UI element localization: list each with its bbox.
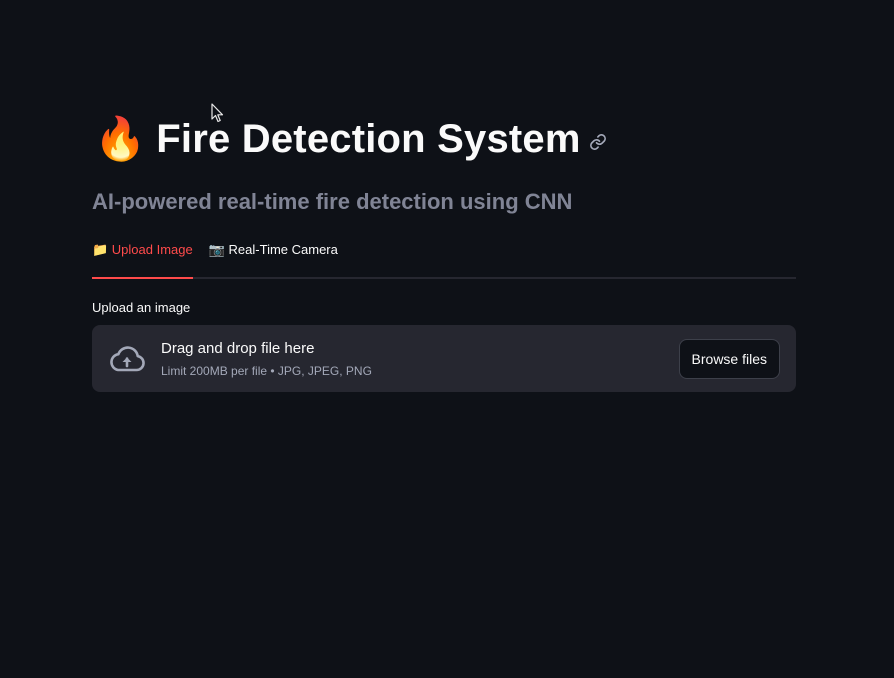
app-page: 🔥 Fire Detection System AI-powered real-…: [0, 0, 894, 678]
main-content: 🔥 Fire Detection System AI-powered real-…: [92, 108, 796, 392]
tab-bar: 📁 Upload Image 📷 Real-Time Camera: [92, 237, 796, 279]
link-icon[interactable]: [589, 133, 607, 151]
uploader-label: Upload an image: [92, 300, 191, 315]
tab-real-time-camera[interactable]: 📷 Real-Time Camera: [209, 237, 338, 277]
page-title: Fire Detection System: [156, 116, 581, 161]
cloud-upload-icon: [108, 344, 146, 374]
page-title-row: 🔥 Fire Detection System: [92, 108, 796, 170]
page-subtitle: AI-powered real-time fire detection usin…: [92, 189, 573, 214]
file-dropzone[interactable]: Drag and drop file here Limit 200MB per …: [92, 325, 796, 392]
tab-upload-image[interactable]: 📁 Upload Image: [92, 237, 193, 279]
fire-emoji-icon: 🔥: [94, 115, 147, 162]
browse-files-button[interactable]: Browse files: [678, 338, 780, 379]
dropzone-limit: Limit 200MB per file • JPG, JPEG, PNG: [161, 363, 372, 378]
dropzone-instruction: Drag and drop file here: [161, 339, 315, 357]
dropzone-text: Drag and drop file here Limit 200MB per …: [161, 339, 679, 379]
